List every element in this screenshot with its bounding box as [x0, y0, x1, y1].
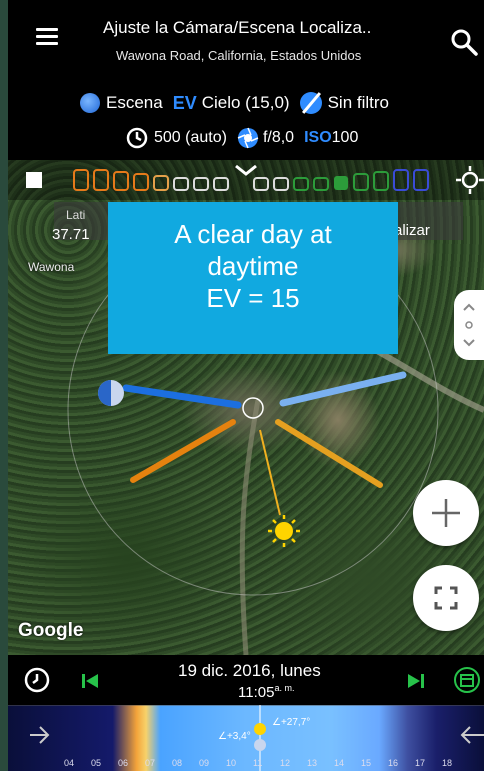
sun-direction-line [259, 429, 281, 516]
hour-tick: 12 [280, 758, 291, 768]
hour-tick: 04 [64, 758, 75, 768]
moonset-line [122, 384, 242, 409]
ev-label[interactable]: EV [173, 93, 197, 114]
hour-tick: 15 [361, 758, 372, 768]
aperture-icon[interactable] [237, 127, 259, 149]
iso-label[interactable]: ISO [304, 129, 332, 147]
moonrise-line [279, 371, 407, 407]
crosshair-icon[interactable] [456, 166, 484, 194]
hour-tick: 14 [334, 758, 345, 768]
road-line-south [239, 399, 261, 655]
side-scroll-handle[interactable] [454, 290, 484, 360]
hour-tick: 13 [307, 758, 318, 768]
sun-altitude-right: ∠+27,7° [272, 717, 311, 728]
skip-forward-icon[interactable] [406, 671, 426, 691]
locate-label[interactable]: alizar [394, 222, 430, 239]
ev-callout: A clear day at daytime EV = 15 [108, 202, 398, 354]
aperture-label[interactable]: f/8,0 [263, 129, 294, 147]
moon-shadow [98, 380, 111, 406]
sky-label[interactable]: Cielo (15,0) [202, 93, 290, 113]
timeline-hour-ticks: 04 05 06 07 08 09 10 11 12 13 14 15 16 1… [8, 758, 484, 771]
hour-tick: 17 [415, 758, 426, 768]
scene-row: Escena EV Cielo (15,0) Sin filtro [80, 92, 389, 114]
shutter-timer-icon[interactable] [126, 127, 148, 149]
zoom-in-button[interactable] [413, 480, 479, 546]
callout-line-3: EV = 15 [206, 283, 300, 313]
fullscreen-icon [434, 586, 458, 610]
time-label[interactable]: 11:05a. m. [238, 683, 294, 701]
latitude-label: Lati [66, 208, 86, 222]
iso-value[interactable]: 100 [332, 129, 359, 147]
hour-tick: 05 [91, 758, 102, 768]
callout-line-1: A clear day at [174, 219, 332, 249]
timeline-moon-icon [254, 739, 266, 751]
header: Ajuste la Cámara/Escena Localiza.. Wawon… [8, 0, 484, 160]
shutter-label[interactable]: 500 (auto) [154, 129, 227, 147]
hamburger-menu-icon[interactable] [36, 28, 58, 45]
time-value: 11:05 [238, 684, 275, 701]
sunset-line [130, 419, 236, 483]
sunrise-line [275, 419, 383, 488]
latitude-value: 37.71 [52, 226, 90, 243]
timeline-sun-icon [254, 723, 266, 735]
camera-row: 500 (auto) f/8,0 ISO 100 [126, 127, 358, 149]
search-icon[interactable] [450, 28, 478, 56]
hour-tick: 11 [253, 758, 263, 768]
hour-tick: 10 [226, 758, 237, 768]
fullscreen-button[interactable] [413, 565, 479, 631]
sun-altitude-left: ∠+3,4° [218, 731, 251, 742]
hour-tick: 07 [145, 758, 156, 768]
scene-globe-icon[interactable] [80, 93, 100, 113]
map-view[interactable]: Lati 37.71 alizar Wawona A clear day at … [8, 160, 484, 655]
skip-back-icon[interactable] [80, 671, 100, 691]
time-panel: 19 dic. 2016, lunes 11:05a. m. ∠+3,4° ∠+… [8, 655, 484, 771]
sun-icon[interactable] [268, 515, 300, 547]
clock-icon[interactable] [24, 667, 50, 693]
page-title: Ajuste la Cámara/Escena Localiza.. [103, 18, 372, 37]
filter-label[interactable]: Sin filtro [328, 93, 389, 113]
road-label: Wawona [28, 260, 75, 274]
moon-phase-strip[interactable] [73, 169, 429, 191]
chevron-down-icon[interactable] [235, 164, 257, 176]
google-logo: Google [18, 620, 84, 641]
plus-icon [432, 499, 460, 527]
hour-tick: 06 [118, 758, 129, 768]
hour-tick: 16 [388, 758, 399, 768]
hour-tick: 09 [199, 758, 210, 768]
scene-label[interactable]: Escena [106, 93, 163, 113]
hour-tick: 18 [442, 758, 453, 768]
date-label[interactable]: 19 dic. 2016, lunes [178, 661, 321, 681]
calendar-icon[interactable] [454, 667, 480, 693]
hour-tick: 08 [172, 758, 183, 768]
map-layers-icon[interactable] [26, 172, 42, 188]
arrow-right-icon[interactable] [30, 726, 50, 744]
filter-icon[interactable] [299, 92, 322, 114]
callout-line-2: daytime [207, 251, 299, 281]
arrow-left-icon[interactable] [460, 726, 484, 744]
scroll-arrows-icon [463, 303, 475, 347]
app-frame: Ajuste la Cámara/Escena Localiza.. Wawon… [8, 0, 484, 771]
time-suffix: a. m. [274, 683, 295, 693]
location-subtitle: Wawona Road, California, Estados Unidos [116, 48, 362, 63]
